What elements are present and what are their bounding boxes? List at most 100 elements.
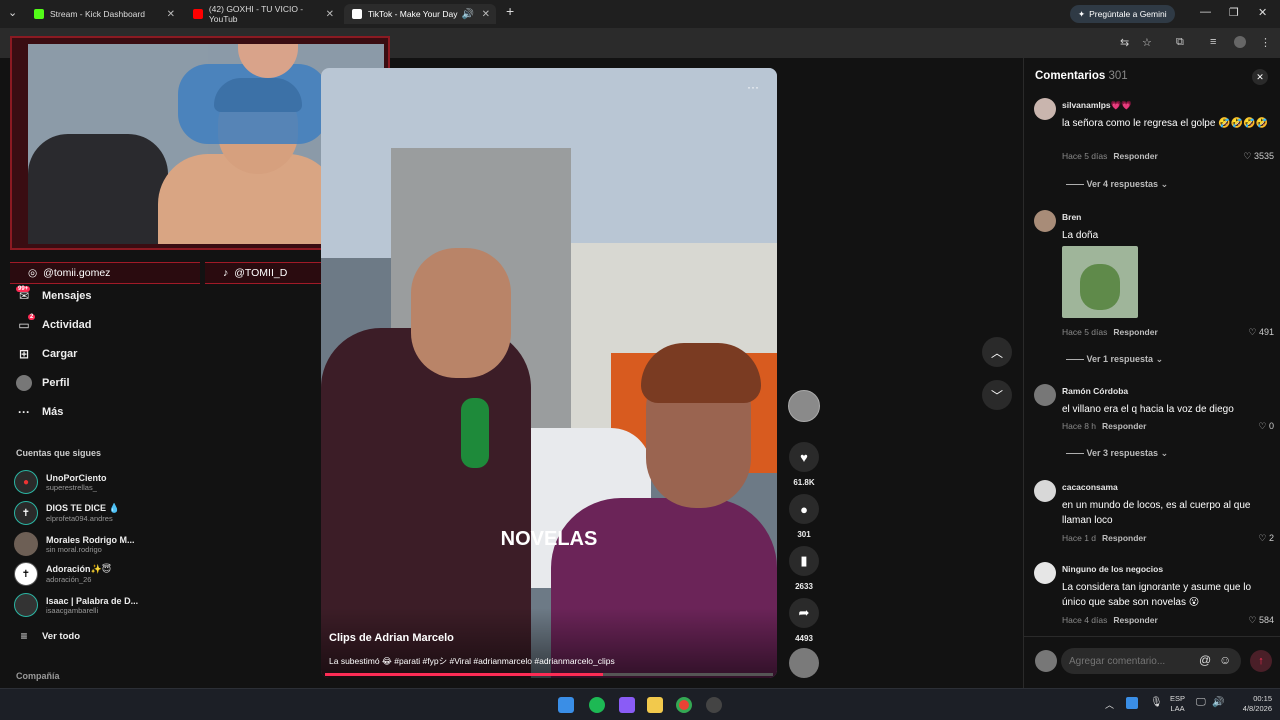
youtube-icon [193,9,203,19]
browser-tab-bar: ⌄ Stream - Kick Dashboard ✕ (42) GOXHI -… [0,0,1280,28]
comment-likes[interactable]: ♡ 584 [1248,615,1274,626]
new-tab-button[interactable]: + [506,3,514,19]
like-action[interactable]: ♥ 61.8K [786,442,822,487]
tab-tiktok[interactable]: TikTok - Make Your Day 🔊 ✕ [344,4,496,24]
app-icon[interactable] [619,697,635,713]
close-window-button[interactable]: ✕ [1258,6,1267,19]
send-button[interactable]: ↑ [1250,650,1272,672]
file-explorer-icon[interactable] [647,697,663,713]
heart-icon[interactable]: ♥ [789,442,819,472]
share-icon[interactable]: ➦ [789,598,819,628]
comment-user[interactable]: silvanamlps💗💗 [1062,100,1132,111]
following-item[interactable]: Isaac | Palabra de D... isaacgambarelli [14,593,138,617]
following-item[interactable]: ● UnoPorCiento superestrellas_ [14,470,107,494]
chrome-icon[interactable] [676,697,692,713]
comment-time: Hace 1 d [1062,533,1097,543]
comment-likes[interactable]: ♡ 2 [1258,533,1274,544]
comment-meta: Hace 5 días Responder [1062,151,1158,161]
sound-avatar-block[interactable] [786,648,822,678]
following-item[interactable]: ✝ Adoración✨😇 adoración_26 [14,562,111,586]
comment-user[interactable]: cacaconsama [1062,482,1118,492]
reply-button[interactable]: Responder [1113,327,1157,337]
following-item[interactable]: ✝ DIOS TE DICE 💧 elprofeta094.andres [14,501,120,525]
replies-label: Ver 4 respuestas [1086,179,1159,189]
following-item[interactable]: Morales Rodrigo M... sin moral.rodrigo [14,532,135,556]
maximize-button[interactable]: ❐ [1229,6,1239,19]
nav-perfil[interactable]: Perfil [16,375,70,391]
speaker-icon[interactable]: 🔊 [462,9,474,20]
close-tab-icon[interactable]: ✕ [326,9,334,20]
nav-cargar[interactable]: ⊞ Cargar [16,346,78,362]
divider [1024,636,1280,637]
view-replies-button[interactable]: —— Ver 3 respuestas ⌄ [1066,448,1168,459]
save-action[interactable]: ▮ 2633 [786,546,822,591]
microphone-icon[interactable]: 🎙 [1150,697,1163,708]
reply-button[interactable]: Responder [1102,533,1146,543]
creator-avatar[interactable] [788,390,820,422]
network-icon[interactable]: 🖵 [1196,697,1206,708]
volume-icon[interactable]: 🔊 [1212,697,1224,708]
creator-avatar-block[interactable] [786,390,822,422]
reply-button[interactable]: Responder [1102,421,1146,431]
comment-likes[interactable]: ♡ 0 [1258,421,1274,432]
comment-text: la señora como le regresa el golpe 🤣🤣🤣🤣 [1062,118,1269,129]
close-tab-icon[interactable]: ✕ [482,9,490,20]
view-replies-button[interactable]: —— Ver 1 respuesta ⌄ [1066,354,1163,365]
comment-action[interactable]: ● 301 [786,494,822,539]
minimize-button[interactable]: — [1200,6,1211,18]
comment-icon[interactable]: ● [789,494,819,524]
close-tab-icon[interactable]: ✕ [167,9,175,20]
avatar[interactable] [1034,210,1056,232]
previous-video-button[interactable]: ︿ [982,337,1012,367]
avatar[interactable] [1034,480,1056,502]
comment-user[interactable]: Ramón Córdoba [1062,386,1128,396]
comment-item: silvanamlps💗💗 la señora como le regresa … [1034,98,1274,208]
tab-kick[interactable]: Stream - Kick Dashboard ✕ [26,4,181,24]
nav-mas[interactable]: ··· Más [16,404,63,420]
account-handle: elprofeta094.andres [46,514,113,523]
sound-disc[interactable] [789,648,819,678]
comment-input[interactable] [1069,652,1189,670]
more-options-icon[interactable]: ··· [747,80,759,94]
extensions-icon[interactable]: ⧉ [1176,36,1184,49]
tray-chevron-icon[interactable]: ︿ [1105,698,1114,711]
tab-search-icon[interactable]: ⌄ [8,6,17,19]
bookmark-icon[interactable]: ▮ [789,546,819,576]
avatar[interactable] [1034,98,1056,120]
bookmark-star-icon[interactable]: ☆ [1142,36,1152,49]
reply-button[interactable]: Responder [1113,151,1157,161]
language-indicator[interactable]: ESP LAA [1170,694,1185,714]
tray-app-icon[interactable] [1126,697,1138,709]
comments-panel: Comentarios 301 ✕ silvanamlps💗💗 la señor… [1023,58,1280,688]
avatar[interactable] [1034,384,1056,406]
clock[interactable]: 00:15 4/8/2026 [1232,694,1272,714]
comment-likes[interactable]: ♡ 3535 [1243,151,1274,162]
close-icon[interactable]: ✕ [1252,69,1268,85]
see-all-link[interactable]: ≡ Ver todo [16,628,80,644]
comment-user[interactable]: Ninguno de los negocios [1062,564,1163,574]
progress-track[interactable] [325,673,773,676]
video-author[interactable]: Clips de Adrian Marcelo [329,632,454,644]
video-player[interactable]: NOVELAS ··· Clips de Adrian Marcelo La s… [321,68,777,678]
menu-icon[interactable]: ⋮ [1260,36,1271,49]
emoji-icon[interactable]: ☺ [1219,653,1231,667]
start-icon[interactable] [558,697,574,713]
translate-icon[interactable]: ⇆ [1120,36,1129,49]
comment-input-box[interactable]: @ ☺ [1061,648,1241,674]
obs-icon[interactable] [706,697,722,713]
nav-actividad[interactable]: ▭ Actividad [16,317,91,333]
spotify-icon[interactable] [589,697,605,713]
avatar [14,593,38,617]
view-replies-button[interactable]: —— Ver 4 respuestas ⌄ [1066,179,1168,190]
next-video-button[interactable]: ﹀ [982,380,1012,410]
reply-button[interactable]: Responder [1113,615,1157,625]
gemini-button[interactable]: ✦ Pregúntale a Gemini [1070,5,1175,23]
comment-user[interactable]: Bren [1062,212,1081,222]
comment-likes[interactable]: ♡ 491 [1248,327,1274,338]
mention-icon[interactable]: @ [1199,653,1211,667]
avatar[interactable] [1034,562,1056,584]
share-action[interactable]: ➦ 4493 [786,598,822,643]
reading-list-icon[interactable]: ≡ [1210,36,1216,48]
profile-avatar[interactable] [1234,36,1246,48]
tab-youtube[interactable]: (42) GOXHI - TU VICIO - YouTub ✕ [185,4,340,24]
